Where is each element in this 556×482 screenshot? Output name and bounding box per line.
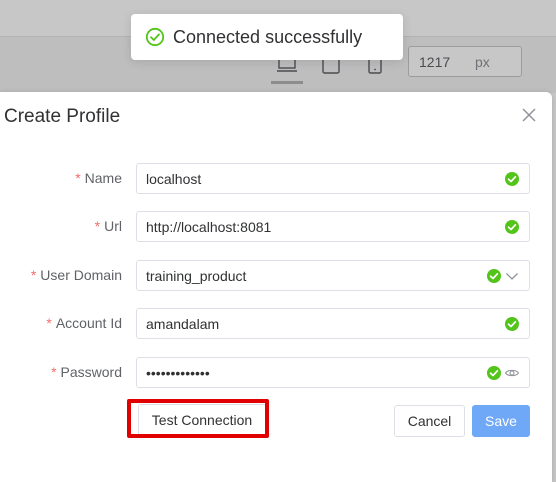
name-label-text: Name	[84, 170, 122, 186]
account-id-input-value: amandalam	[146, 315, 220, 332]
user-domain-select[interactable]: training_product	[136, 260, 530, 291]
form-row-account-id: * Account Id amandalam	[0, 308, 552, 340]
required-mark: *	[30, 267, 37, 283]
check-circle-icon	[487, 269, 501, 283]
required-mark: *	[94, 218, 101, 234]
eye-icon[interactable]	[504, 365, 520, 381]
cancel-button[interactable]: Cancel	[394, 405, 465, 437]
dialog-title: Create Profile	[4, 106, 121, 127]
account-id-input[interactable]: amandalam	[136, 308, 530, 339]
form-row-url: * Url http://localhost:8081	[0, 211, 552, 243]
close-icon	[522, 108, 536, 122]
close-button[interactable]	[519, 105, 539, 125]
password-input-value: •••••••••••••	[146, 364, 210, 381]
password-input[interactable]: •••••••••••••	[136, 357, 530, 388]
password-label-text: Password	[60, 364, 122, 380]
url-input[interactable]: http://localhost:8081	[136, 211, 530, 242]
check-circle-icon	[505, 220, 519, 234]
save-button[interactable]: Save	[472, 405, 530, 437]
required-mark: *	[46, 315, 52, 331]
url-label: * Url	[95, 218, 122, 234]
chevron-down-icon[interactable]	[504, 268, 520, 284]
toast-message: Connected successfully	[173, 26, 363, 47]
password-label: * Password	[51, 364, 122, 380]
check-circle-icon	[487, 366, 501, 380]
name-input[interactable]: localhost	[136, 163, 530, 194]
user-domain-label: * User Domain	[31, 267, 122, 283]
check-circle-icon	[505, 317, 519, 331]
form-row-password: * Password •••••••••••••	[0, 357, 552, 389]
account-id-label: * Account Id	[46, 315, 122, 331]
form-row-name: * Name localhost	[0, 163, 552, 195]
success-toast: Connected successfully	[131, 14, 403, 60]
url-input-value: http://localhost:8081	[146, 218, 272, 235]
name-input-value: localhost	[146, 170, 202, 187]
user-domain-label-text: User Domain	[40, 267, 122, 283]
check-circle-icon	[505, 172, 519, 186]
test-connection-button[interactable]: Test Connection	[138, 404, 266, 436]
create-profile-dialog: Create Profile * Name localhost * Url http…	[0, 92, 552, 482]
url-label-text: Url	[104, 218, 122, 234]
account-id-label-text: Account Id	[55, 315, 122, 331]
user-domain-select-value: training_product	[146, 267, 247, 284]
name-label: * Name	[75, 170, 122, 186]
check-circle-icon	[145, 27, 165, 47]
required-mark: *	[51, 364, 57, 380]
required-mark: *	[75, 170, 81, 186]
form-row-user-domain: * User Domain training_product	[0, 260, 552, 292]
